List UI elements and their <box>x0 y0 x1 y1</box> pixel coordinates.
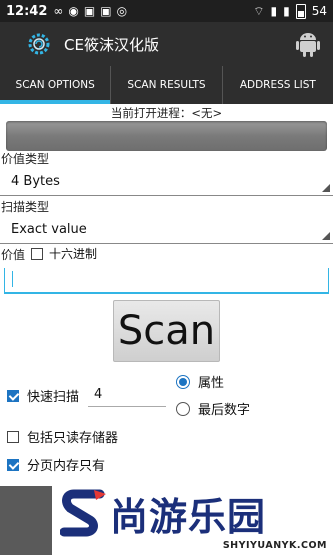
radio-property[interactable] <box>176 374 190 389</box>
readonly-memory-checkbox[interactable] <box>7 430 19 443</box>
hex-checkbox[interactable] <box>31 247 43 260</box>
current-process-label: 当前打开进程：<无> <box>110 106 223 120</box>
value-label: 价值 <box>1 248 26 262</box>
scan-button[interactable]: Scan <box>113 300 220 362</box>
watermark-url: SHYIYUANYK.COM <box>222 540 327 551</box>
radio-last-digit-label: 最后数字 <box>198 403 251 418</box>
cheat-engine-logo-icon <box>28 33 50 55</box>
watermark-logo-icon <box>60 489 106 537</box>
fast-scan-checkbox[interactable] <box>7 389 19 402</box>
battery-icon <box>295 3 306 19</box>
value-type-label: 价值类型 <box>1 152 50 166</box>
hex-label: 十六进制 <box>49 247 98 261</box>
radio-property-label: 属性 <box>198 376 225 391</box>
tab-scan-results[interactable]: SCAN RESULTS <box>111 66 223 104</box>
notification-icon: ◉ <box>68 4 79 18</box>
radio-last-digit-option[interactable]: 最后数字 <box>176 399 250 418</box>
paged-memory-label: 分页内存只有 <box>27 459 106 474</box>
tab-scan-options[interactable]: SCAN OPTIONS <box>0 66 112 104</box>
paged-memory-option[interactable]: 分页内存只有 <box>7 455 105 474</box>
scan-type-selected: Exact value <box>11 222 87 237</box>
paged-memory-checkbox[interactable] <box>7 458 19 471</box>
signal-icon-2: ▮ <box>283 4 290 18</box>
fast-scan-alignment-input[interactable]: 4 <box>88 385 166 407</box>
fast-scan-option[interactable]: 快速扫描 <box>7 386 79 405</box>
watermark-brand: 尚游乐园 <box>110 495 267 539</box>
value-input[interactable] <box>4 268 329 294</box>
scan-type-label: 扫描类型 <box>1 200 50 214</box>
readonly-memory-label: 包括只读存储器 <box>27 431 119 446</box>
infinity-icon: ∞ <box>53 4 64 18</box>
dropdown-triangle-icon <box>322 232 330 240</box>
scan-type-select[interactable]: Exact value <box>0 216 333 244</box>
hex-option[interactable]: 十六进制 <box>31 245 97 262</box>
readonly-memory-option[interactable]: 包括只读存储器 <box>7 427 118 446</box>
alert-icon: ◎ <box>116 4 128 18</box>
app-title: CE筱沫汉化版 <box>64 35 159 54</box>
radio-property-option[interactable]: 属性 <box>176 372 224 391</box>
bottom-grey-element <box>0 486 52 555</box>
wifi-icon: ⌔ <box>253 3 265 18</box>
status-bar: 12:42 ∞ ◉ ▣ ▣ ◎ ⌔ ▮ ▮ 54 <box>0 0 333 22</box>
status-icons: ∞ ◉ ▣ ▣ ◎ <box>53 4 127 18</box>
text-cursor <box>12 271 13 287</box>
app-bar: CE筱沫汉化版 <box>0 22 333 66</box>
image-icon: ▣ <box>83 4 96 18</box>
tab-bar: SCAN OPTIONS SCAN RESULTS ADDRESS LIST <box>0 66 333 104</box>
status-time: 12:42 <box>6 3 48 19</box>
battery-level: 54 <box>311 4 327 18</box>
radio-last-digit[interactable] <box>176 401 190 416</box>
image-icon-2: ▣ <box>100 4 112 18</box>
value-type-selected: 4 Bytes <box>11 174 60 189</box>
dropdown-triangle-icon <box>322 184 330 192</box>
signal-icon: ▮ <box>270 4 278 18</box>
tab-address-list[interactable]: ADDRESS LIST <box>223 66 333 104</box>
status-right: ⌔ ▮ ▮ 54 <box>253 0 327 22</box>
value-type-select[interactable]: 4 Bytes <box>0 168 333 196</box>
watermark: 尚游乐园 SHYIYUANYK.COM <box>60 484 333 555</box>
select-process-button[interactable] <box>6 121 327 151</box>
fast-scan-label: 快速扫描 <box>27 390 80 405</box>
android-icon[interactable] <box>295 30 321 58</box>
